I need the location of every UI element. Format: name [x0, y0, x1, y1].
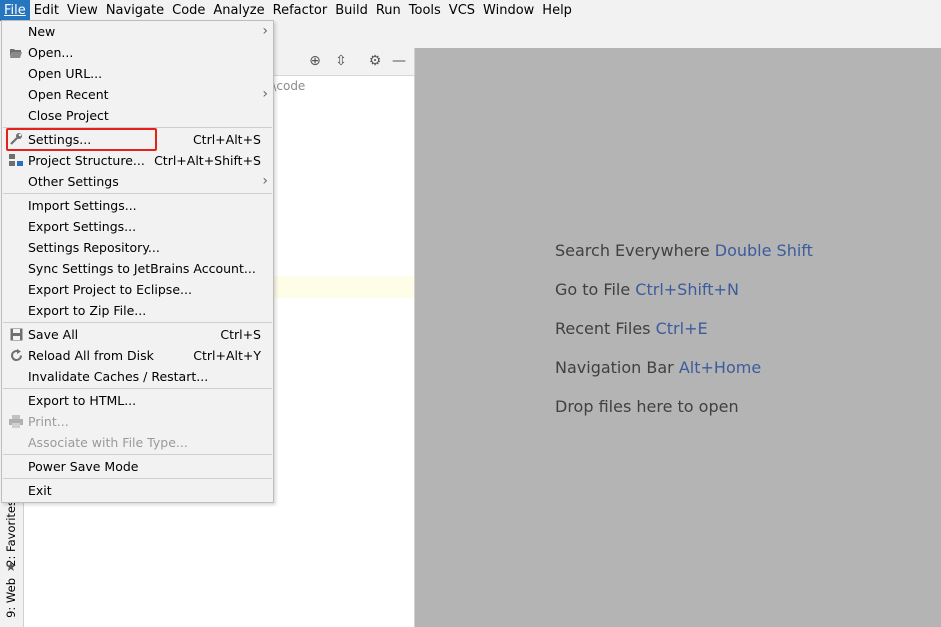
menu-item-reload-from-disk[interactable]: Reload All from Disk Ctrl+Alt+Y	[2, 345, 273, 366]
menu-code[interactable]: Code	[168, 0, 209, 21]
menu-window[interactable]: Window	[479, 0, 538, 21]
menu-file[interactable]: File	[0, 0, 30, 21]
hint-go-to-file: Go to File Ctrl+Shift+N	[555, 280, 739, 299]
editor-empty-area: Search Everywhere Double Shift Go to Fil…	[415, 48, 941, 627]
chevron-right-icon: ›	[262, 173, 268, 189]
menu-view[interactable]: View	[63, 0, 102, 21]
menu-item-open[interactable]: Open...	[2, 42, 273, 63]
menu-item-save-all[interactable]: Save All Ctrl+S	[2, 324, 273, 345]
collapse-all-icon[interactable]: ⇳	[332, 52, 350, 70]
menu-item-export-html[interactable]: Export to HTML...	[2, 390, 273, 411]
locate-icon[interactable]: ⊕	[306, 52, 324, 70]
menu-item-settings-repository[interactable]: Settings Repository...	[2, 237, 273, 258]
menu-item-invalidate-caches[interactable]: Invalidate Caches / Restart...	[2, 366, 273, 387]
menu-item-open-recent[interactable]: Open Recent ›	[2, 84, 273, 105]
menu-run[interactable]: Run	[372, 0, 405, 21]
menu-item-open-url[interactable]: Open URL...	[2, 63, 273, 84]
menu-separator	[3, 388, 272, 389]
menu-separator	[3, 193, 272, 194]
menu-help[interactable]: Help	[538, 0, 576, 21]
favorites-tab[interactable]: 2: Favorites	[4, 500, 18, 567]
chevron-right-icon: ›	[262, 86, 268, 102]
web-tab[interactable]: 9: Web	[4, 578, 18, 618]
menu-item-sync-settings[interactable]: Sync Settings to JetBrains Account...	[2, 258, 273, 279]
menu-tools[interactable]: Tools	[405, 0, 445, 21]
menu-item-exit[interactable]: Exit	[2, 480, 273, 501]
menu-item-new[interactable]: New ›	[2, 21, 273, 42]
hint-search-everywhere: Search Everywhere Double Shift	[555, 241, 813, 260]
hint-navigation-bar: Navigation Bar Alt+Home	[555, 358, 762, 377]
menu-refactor[interactable]: Refactor	[269, 0, 332, 21]
menu-item-export-settings[interactable]: Export Settings...	[2, 216, 273, 237]
file-menu-popup: New › Open... Open URL... Open Recent › Cl…	[1, 20, 274, 503]
star-icon: ★	[5, 560, 17, 575]
menu-item-associate-file-type[interactable]: Associate with File Type...	[2, 432, 273, 453]
selected-row[interactable]	[272, 276, 414, 298]
menu-item-other-settings[interactable]: Other Settings ›	[2, 171, 273, 192]
menu-vcs[interactable]: VCS	[445, 0, 479, 21]
hint-drop-files: Drop files here to open	[555, 397, 739, 416]
main-menu-bar: File Edit View Navigate Code Analyze Ref…	[0, 0, 941, 21]
menu-separator	[3, 454, 272, 455]
menu-build[interactable]: Build	[331, 0, 372, 21]
menu-item-print[interactable]: Print...	[2, 411, 273, 432]
menu-item-export-eclipse[interactable]: Export Project to Eclipse...	[2, 279, 273, 300]
menu-separator	[3, 478, 272, 479]
settings-highlight-box	[6, 128, 157, 151]
menu-navigate[interactable]: Navigate	[102, 0, 168, 21]
menu-item-import-settings[interactable]: Import Settings...	[2, 195, 273, 216]
project-path: l\code	[269, 79, 306, 93]
gear-icon[interactable]: ⚙	[366, 52, 384, 70]
menu-item-power-save-mode[interactable]: Power Save Mode	[2, 456, 273, 477]
chevron-right-icon: ›	[262, 23, 268, 39]
menu-item-export-zip[interactable]: Export to Zip File...	[2, 300, 273, 321]
hint-recent-files: Recent Files Ctrl+E	[555, 319, 708, 338]
menu-item-close-project[interactable]: Close Project	[2, 105, 273, 126]
minimize-icon[interactable]: —	[390, 52, 408, 70]
menu-analyze[interactable]: Analyze	[209, 0, 268, 21]
menu-separator	[3, 322, 272, 323]
menu-item-project-structure[interactable]: Project Structure... Ctrl+Alt+Shift+S	[2, 150, 273, 171]
menu-edit[interactable]: Edit	[30, 0, 63, 21]
